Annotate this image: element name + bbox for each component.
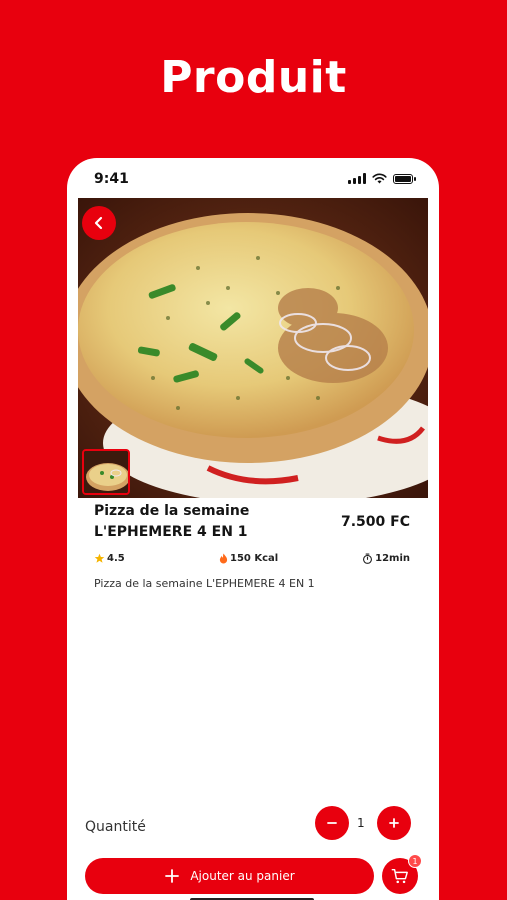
flame-icon bbox=[219, 553, 228, 564]
add-to-cart-button[interactable]: Ajouter au panier bbox=[85, 858, 374, 894]
plus-icon bbox=[389, 818, 399, 828]
page-headline: Produit bbox=[160, 52, 347, 103]
status-time: 9:41 bbox=[94, 171, 129, 187]
cart-count-badge: 1 bbox=[408, 854, 422, 868]
minus-icon bbox=[327, 822, 337, 824]
status-icons bbox=[348, 173, 416, 184]
plus-icon bbox=[165, 869, 180, 883]
prep-time: 12min bbox=[362, 553, 410, 564]
product-price: 7.500 FC bbox=[341, 514, 410, 530]
add-to-cart-label: Ajouter au panier bbox=[190, 869, 295, 883]
phone-screen: 9:41 Pizza de la semaine L'EPHEMERE 4 EN… bbox=[67, 158, 439, 900]
product-meta: 4.5 150 Kcal 12min bbox=[94, 553, 410, 567]
product-description: Pizza de la semaine L'EPHEMERE 4 EN 1 bbox=[94, 577, 315, 590]
quantity-value: 1 bbox=[357, 816, 365, 830]
calories-value: 150 Kcal bbox=[230, 553, 279, 564]
rating-value: 4.5 bbox=[107, 553, 125, 564]
wifi-icon bbox=[372, 173, 387, 184]
stopwatch-icon bbox=[363, 553, 373, 564]
product-image bbox=[78, 198, 428, 498]
product-thumbnail[interactable] bbox=[82, 449, 130, 495]
decrease-quantity-button[interactable] bbox=[315, 806, 349, 840]
signal-icon bbox=[348, 173, 366, 184]
status-bar: 9:41 bbox=[67, 158, 439, 198]
back-button[interactable] bbox=[82, 206, 116, 240]
chevron-left-icon bbox=[94, 216, 103, 230]
rating: 4.5 bbox=[94, 553, 125, 564]
prep-time-value: 12min bbox=[375, 553, 410, 564]
star-icon bbox=[94, 553, 105, 563]
cart-icon bbox=[391, 868, 408, 884]
calories: 150 Kcal bbox=[219, 553, 278, 564]
cart-button[interactable]: 1 bbox=[382, 854, 422, 894]
battery-icon bbox=[393, 174, 416, 184]
product-title: Pizza de la semaine L'EPHEMERE 4 EN 1 bbox=[94, 503, 250, 540]
quantity-label: Quantité bbox=[85, 819, 146, 835]
increase-quantity-button[interactable] bbox=[377, 806, 411, 840]
